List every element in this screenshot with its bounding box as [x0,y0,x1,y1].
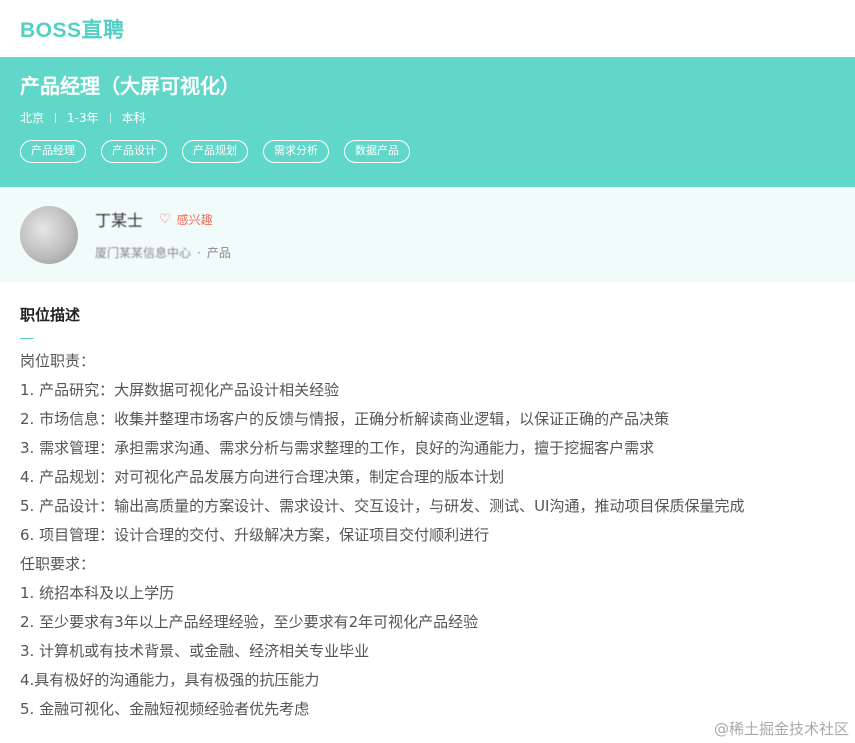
job-location: 北京 [20,111,45,125]
job-header: 产品经理（大屏可视化） 北京 1-3年 本科 产品经理 产品设计 产品规划 需求… [0,57,855,187]
section-underline [20,338,34,339]
meta-divider [109,113,111,123]
job-tag[interactable]: 产品经理 [20,140,86,163]
recruiter-info: 丁某士 ♡ 感兴趣 厦门某某信息中心 · 产品 [95,208,231,261]
description-line: 3. 计算机或有技术背景、或金融、经济相关专业毕业 [20,642,370,660]
job-tags: 产品经理 产品设计 产品规划 需求分析 数据产品 [20,140,835,163]
job-experience: 1-3年 [67,111,99,125]
description-line: 岗位职责： [20,352,96,370]
job-tag[interactable]: 需求分析 [263,140,329,163]
recruiter-card: 丁某士 ♡ 感兴趣 厦门某某信息中心 · 产品 [0,187,855,282]
recruiter-dept: 产品 [206,246,231,260]
interest-label: 感兴趣 [176,212,213,227]
description-line: 2. 至少要求有3年以上产品经理经验，至少要求有2年可视化产品经验 [20,613,479,631]
description-line: 4. 产品规划：对可视化产品发展方向进行合理决策，制定合理的版本计划 [20,468,505,486]
recruiter-name-row: 丁某士 ♡ 感兴趣 [95,208,231,230]
avatar[interactable] [20,205,78,264]
description-line: 1. 统招本科及以上学历 [20,584,175,602]
description-line: 3. 需求管理：承担需求沟通、需求分析与需求整理的工作，良好的沟通能力，擅于挖掘… [20,439,655,457]
job-title: 产品经理（大屏可视化） [20,74,240,98]
watermark: @稀土掘金技术社区 [713,720,849,738]
job-tag[interactable]: 产品设计 [101,140,167,163]
job-education: 本科 [121,111,146,125]
job-meta: 北京 1-3年 本科 [20,110,835,126]
job-tag[interactable]: 数据产品 [344,140,410,163]
interest-button[interactable]: ♡ 感兴趣 [159,211,213,228]
job-tag[interactable]: 产品规划 [182,140,248,163]
heart-icon: ♡ [159,211,171,227]
top-bar: BOSS直聘 [0,0,855,57]
company-dept-separator: · [197,245,201,260]
recruiter-company: 厦门某某信息中心 [95,246,192,260]
boss-logo[interactable]: BOSS直聘 [20,14,125,44]
description-line: 5. 产品设计：输出高质量的方案设计、需求设计、交互设计，与研发、测试、UI沟通… [20,497,745,515]
meta-divider [55,113,57,123]
recruiter-company-row: 厦门某某信息中心 · 产品 [95,244,231,261]
job-description: 职位描述 岗位职责： 1. 产品研究：大屏数据可视化产品设计相关经验 2. 市场… [0,282,855,724]
section-title: 职位描述 [20,306,81,324]
description-line: 1. 产品研究：大屏数据可视化产品设计相关经验 [20,381,340,399]
description-line: 4.具有极好的沟通能力，具有极强的抗压能力 [20,671,320,689]
recruiter-name: 丁某士 [95,211,144,230]
description-line: 5. 金融可视化、金融短视频经验者优先考虑 [20,700,310,718]
description-line: 2. 市场信息：收集并整理市场客户的反馈与情报，正确分析解读商业逻辑，以保证正确… [20,410,670,428]
description-line: 任职要求： [20,555,96,573]
description-line: 6. 项目管理：设计合理的交付、升级解决方案，保证项目交付顺利进行 [20,526,490,544]
